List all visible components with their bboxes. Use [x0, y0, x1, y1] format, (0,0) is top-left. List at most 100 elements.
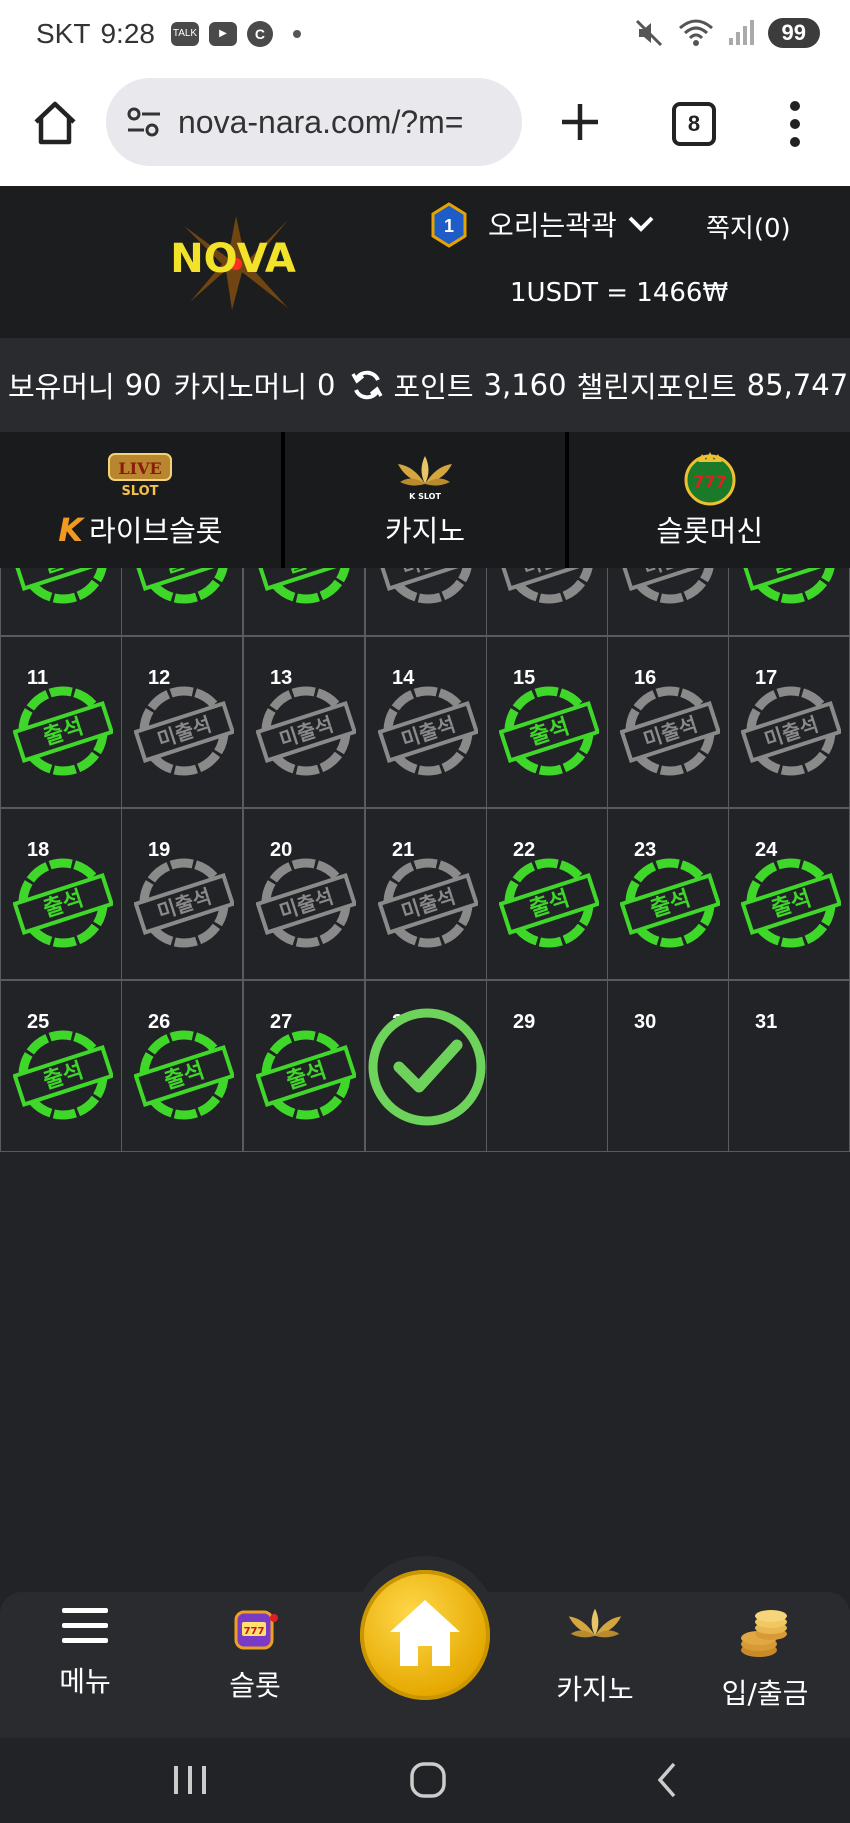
attended-stamp-icon: 출석 [13, 858, 113, 948]
nav-casino[interactable]: 카지노 [520, 1604, 670, 1708]
calendar-day-cell: 30 [607, 980, 729, 1152]
category-tabs: LIVE SLOT K 라이브슬롯 K SLOT 카지노 777 슬롯머신 [0, 432, 850, 568]
calendar-day-cell: 11 출석 [0, 636, 122, 808]
status-bar: SKT 9:28 TALK ▶ C 99 [0, 0, 850, 72]
home-button[interactable] [360, 1570, 490, 1700]
exchange-rate: 1USDT = 1466₩ [510, 278, 729, 308]
calendar-day-cell: 17 미출석 [728, 636, 850, 808]
clock: 9:28 [100, 18, 155, 49]
calendar-day-cell: 20 미출석 [243, 808, 365, 980]
casino-lotus-icon [568, 1608, 622, 1638]
777-slots-icon: 777 [684, 452, 736, 506]
nav-deposit[interactable]: 입/출금 [690, 1604, 840, 1712]
level-badge-icon: 1 [431, 202, 467, 248]
calendar-day-cell: 10출석 [728, 568, 850, 636]
absent-stamp-icon: 미출석 [499, 568, 599, 604]
calendar-day-cell: 22 출석 [486, 808, 608, 980]
tab-slot-machine[interactable]: 777 슬롯머신 [565, 432, 850, 568]
username: 오리는곽곽 [488, 209, 617, 242]
calendar-day-cell: 27 출석 [243, 980, 365, 1152]
calendar-grid: 4출석5출석6출석7미출석8미출석9미출석10출석11출석12미출석13미출석1… [0, 568, 850, 1164]
calendar-day-cell: 15 출석 [486, 636, 608, 808]
hamburger-menu-icon [62, 1608, 108, 1643]
user-menu-toggle[interactable]: 오리는곽곽 [488, 204, 655, 244]
attended-stamp-icon: 출석 [134, 568, 234, 604]
attendance-calendar: 4출석5출석6출석7미출석8미출석9미출석10출석11출석12미출석13미출석1… [0, 568, 850, 1175]
recent-apps-icon[interactable] [170, 1760, 210, 1800]
back-icon[interactable] [648, 1760, 688, 1800]
money-value: 90 [124, 368, 162, 402]
tab-slot-machine-label: 슬롯머신 [656, 514, 764, 548]
status-right: 99 [634, 18, 820, 48]
calendar-day-cell: 6출석 [243, 568, 365, 636]
absent-stamp-icon: 미출석 [378, 686, 478, 776]
attended-stamp-icon: 출석 [499, 858, 599, 948]
attended-stamp-icon: 출석 [256, 1030, 356, 1120]
calendar-day-cell: 8미출석 [486, 568, 608, 636]
tab-live-slot-label: 라이브슬롯 [89, 514, 223, 548]
calendar-day-number: 31 [755, 1011, 778, 1033]
nova-logo[interactable]: NOVA [138, 212, 328, 312]
calendar-day-number: 30 [634, 1011, 657, 1033]
k-badge-icon: K [58, 511, 84, 549]
absent-stamp-icon: 미출석 [256, 686, 356, 776]
chevron-down-icon [628, 216, 654, 232]
browser-home-icon[interactable] [30, 98, 80, 148]
calendar-day-cell: 28 [365, 980, 487, 1152]
tab-live-slot-label-wrap: K 라이브슬롯 [0, 508, 281, 550]
calendar-day-cell: 5출석 [121, 568, 243, 636]
new-tab-icon[interactable] [556, 98, 604, 146]
attended-stamp-icon: 출석 [134, 1030, 234, 1120]
address-bar[interactable]: nova-nara.com/?m= [106, 78, 522, 166]
attended-stamp-icon: 출석 [13, 1030, 113, 1120]
point-label: 포인트 [393, 370, 474, 404]
nav-slot[interactable]: 777 슬롯 [180, 1604, 330, 1704]
nav-menu[interactable]: 메뉴 [10, 1604, 160, 1700]
attended-stamp-icon: 출석 [741, 858, 841, 948]
casino-money-value: 0 [317, 368, 336, 402]
tab-live-slot[interactable]: LIVE SLOT K 라이브슬롯 [0, 432, 281, 568]
checkmark-circle-icon[interactable] [367, 1007, 487, 1127]
system-nav-bar [0, 1738, 850, 1823]
live-slot-icon-subtext: SLOT [122, 484, 159, 498]
point-value: 3,160 [483, 368, 567, 402]
site-settings-icon[interactable] [124, 102, 164, 142]
coins-icon [741, 1610, 787, 1657]
refresh-icon[interactable] [350, 368, 384, 402]
casino-money-label: 카지노머니 [173, 370, 308, 404]
url-text: nova-nara.com/?m= [178, 103, 464, 140]
calendar-day-cell: 13 미출석 [243, 636, 365, 808]
calendar-day-number: 29 [513, 1011, 536, 1033]
calendar-day-cell: 24 출석 [728, 808, 850, 980]
attended-stamp-icon: 출석 [256, 568, 356, 604]
777-icon-text: 777 [693, 472, 726, 491]
calendar-day-cell: 16 미출석 [607, 636, 729, 808]
c-app-icon: C [246, 21, 273, 47]
system-home-icon[interactable] [408, 1760, 448, 1800]
live-slot-icon-text: LIVE [119, 459, 162, 478]
absent-stamp-icon: 미출석 [256, 858, 356, 948]
k-slot-icon-text: K SLOT [409, 492, 441, 501]
slot-machine-icon: 777 [234, 1610, 278, 1650]
absent-stamp-icon: 미출석 [378, 568, 478, 604]
nav-menu-label: 메뉴 [59, 1665, 111, 1698]
attended-stamp-icon: 출석 [499, 686, 599, 776]
signal-icon [728, 20, 754, 45]
kakaotalk-icon: TALK [170, 22, 199, 46]
message-link[interactable]: 쪽지(0) [706, 208, 791, 245]
live-slot-icon: LIVE SLOT [108, 453, 173, 498]
level-number: 1 [444, 216, 454, 236]
home-icon [390, 1600, 460, 1666]
tab-casino[interactable]: K SLOT 카지노 [280, 432, 566, 568]
more-menu-icon[interactable] [780, 94, 810, 154]
nav-deposit-label: 입/출금 [721, 1677, 809, 1710]
calendar-day-cell: 19 미출석 [121, 808, 243, 980]
absent-stamp-icon: 미출석 [134, 686, 234, 776]
status-left: SKT 9:28 TALK ▶ C [36, 18, 301, 50]
tab-switcher-button[interactable]: 8 [672, 102, 716, 146]
mute-icon [635, 19, 662, 47]
browser-toolbar: nova-nara.com/?m= 8 [0, 72, 850, 186]
calendar-day-cell: 7미출석 [365, 568, 487, 636]
attended-stamp-icon: 출석 [741, 568, 841, 604]
wifi-icon [678, 19, 713, 46]
